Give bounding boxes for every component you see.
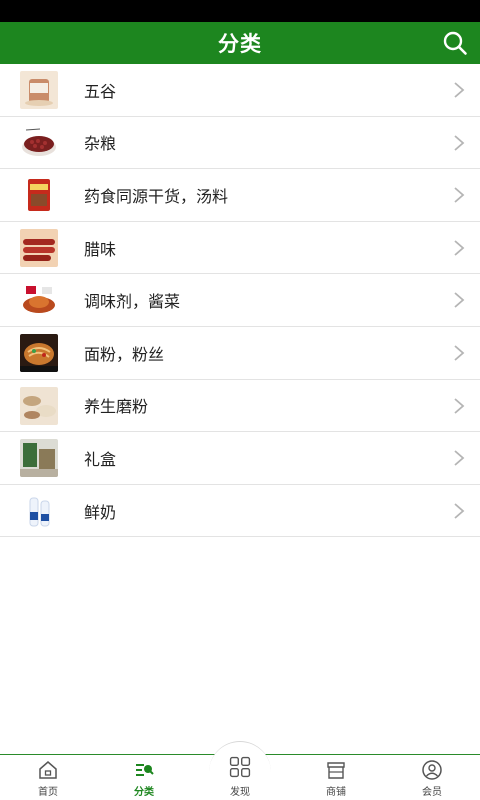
category-row-wugu[interactable]: 五谷: [0, 64, 480, 117]
page-title: 分类: [218, 32, 262, 56]
category-row-mianfen[interactable]: 面粉，粉丝: [0, 326, 480, 380]
user-icon: [422, 760, 442, 780]
chevron-right-icon: [454, 187, 465, 203]
grid-icon: [229, 756, 251, 778]
status-bar: [0, 0, 480, 22]
tab-label: 分类: [134, 787, 154, 798]
tab-member[interactable]: 会员: [384, 755, 480, 800]
bottom-tab-bar: 首页 分类 发现 商铺 会员: [0, 741, 480, 800]
tab-discover[interactable]: 发现: [192, 755, 288, 800]
tab-label: 发现: [230, 787, 250, 798]
chevron-right-icon: [454, 450, 465, 466]
category-row-yaoshi[interactable]: 药食同源干货，汤料: [0, 169, 480, 222]
category-row-zaliang[interactable]: 杂粮: [0, 116, 480, 170]
home-icon: [39, 761, 57, 779]
category-label: 面粉，粉丝: [84, 344, 165, 364]
tab-label: 会员: [422, 787, 442, 798]
category-row-xiannai[interactable]: 鲜奶: [0, 484, 480, 538]
store-icon: [327, 762, 345, 779]
category-icon: [136, 764, 154, 776]
grain-sack-image: [20, 71, 58, 109]
dried-goods-package-image: [20, 176, 58, 215]
noodles-dish-image: [20, 333, 58, 372]
category-row-yangsheng[interactable]: 养生磨粉: [0, 379, 480, 433]
category-label: 药食同源干货，汤料: [84, 186, 229, 206]
category-label: 杂粮: [84, 134, 117, 154]
chevron-right-icon: [454, 82, 465, 98]
milk-bottles-image: [20, 491, 58, 530]
search-button[interactable]: [440, 28, 470, 58]
chevron-right-icon: [454, 292, 465, 309]
category-label: 养生磨粉: [84, 397, 149, 417]
roast-duck-image: [20, 281, 58, 320]
chevron-right-icon: [454, 503, 465, 519]
chevron-right-icon: [454, 240, 465, 256]
tab-store[interactable]: 商铺: [288, 755, 384, 800]
search-icon: [443, 31, 467, 55]
category-label: 腊味: [84, 239, 117, 259]
cured-sausage-image: [20, 228, 58, 267]
chevron-right-icon: [454, 345, 465, 361]
tab-category[interactable]: 分类: [96, 755, 192, 800]
category-label: 鲜奶: [84, 502, 117, 522]
tab-label: 商铺: [326, 787, 346, 798]
red-beans-image: [20, 123, 58, 162]
category-label: 五谷: [84, 81, 117, 101]
category-label: 调味剂，酱菜: [84, 292, 181, 312]
category-row-lihe[interactable]: 礼盒: [0, 432, 480, 485]
category-label: 礼盒: [84, 449, 117, 469]
app-header: 分类: [0, 22, 480, 64]
tab-home[interactable]: 首页: [0, 755, 96, 800]
category-list: 五谷 杂粮 药食同源干货，汤料 腊味 调味剂，酱菜 面粉，粉丝 养生磨粉 礼盒 …: [0, 64, 480, 538]
category-row-lawei[interactable]: 腊味: [0, 221, 480, 275]
tab-label: 首页: [38, 787, 58, 798]
category-row-tiaowei[interactable]: 调味剂，酱菜: [0, 274, 480, 327]
gift-box-image: [20, 439, 58, 478]
chevron-right-icon: [454, 134, 465, 151]
powder-bowls-image: [20, 386, 58, 425]
chevron-right-icon: [454, 397, 465, 414]
